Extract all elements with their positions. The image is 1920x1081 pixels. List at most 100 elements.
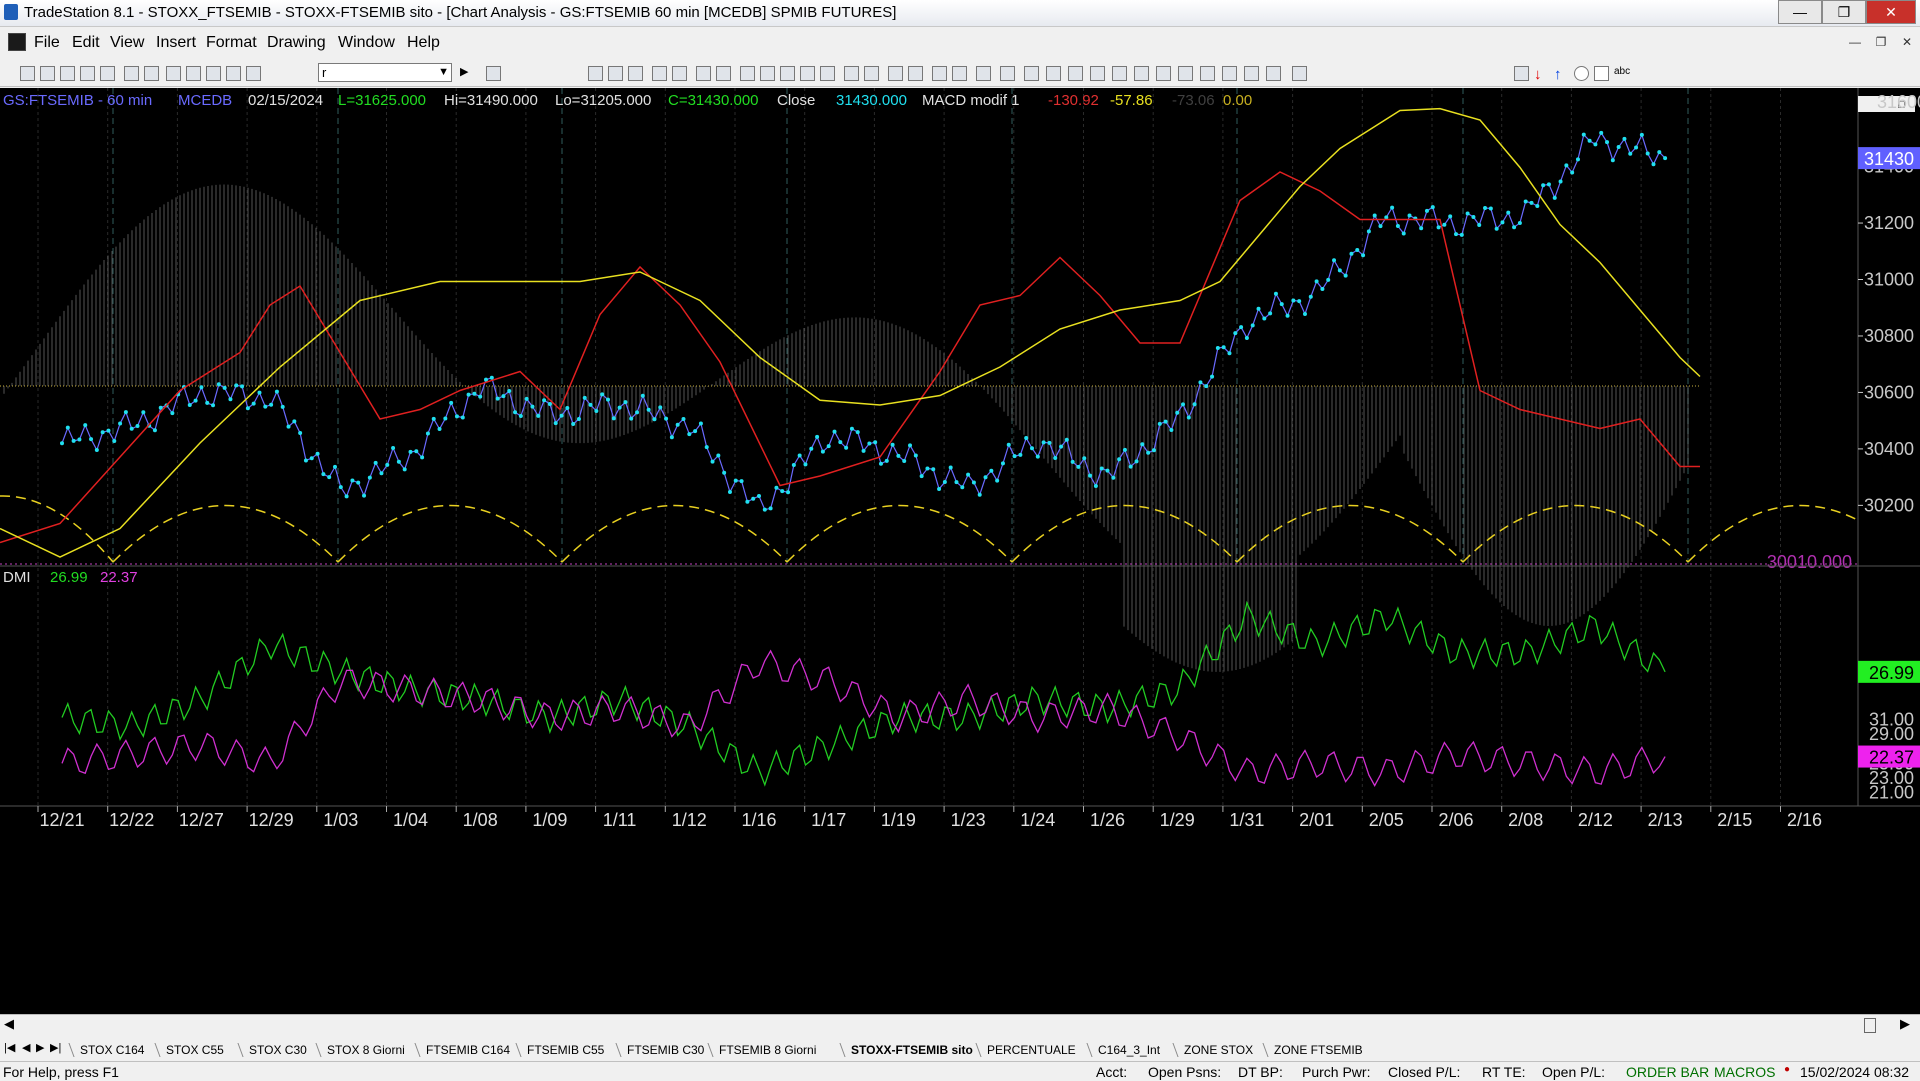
palette-icon[interactable] [246,66,261,81]
minimize-icon[interactable]: — [1778,0,1822,24]
paste-icon[interactable] [100,66,115,81]
workspace-tab[interactable]: STOX C30 [249,1041,307,1059]
workspace-tab[interactable]: FTSEMIB C164 [426,1041,510,1059]
new-window-icon[interactable] [40,66,55,81]
arc-icon[interactable] [1222,66,1237,81]
menu-window[interactable]: Window [338,34,395,52]
andrews-pitchfork-icon[interactable] [1178,66,1193,81]
find-icon[interactable] [486,66,501,81]
radar-icon[interactable] [740,66,755,81]
pointer-icon[interactable] [932,66,947,81]
insert-icon[interactable] [186,66,201,81]
tab-last-icon[interactable]: ▶| [50,1041,61,1054]
workspace-tab[interactable]: PERCENTUALE [987,1041,1076,1059]
workspace-tab[interactable]: C164_3_Int [1098,1041,1160,1059]
matrix-icon[interactable] [780,66,795,81]
print-icon[interactable] [144,66,159,81]
ellipse-icon[interactable] [1574,66,1589,81]
workspace-tab[interactable]: STOX C164 [80,1041,144,1059]
zoom-out-icon[interactable] [908,66,923,81]
workspace-tab[interactable]: ZONE STOX [1184,1041,1253,1059]
menu-edit[interactable]: Edit [72,34,100,52]
close-icon[interactable]: ✕ [1866,0,1916,24]
workspace-tab[interactable]: FTSEMIB C55 [527,1041,604,1059]
gann-fan-icon[interactable] [1134,66,1149,81]
rectangle-icon[interactable] [1594,66,1609,81]
workspace-tab[interactable]: FTSEMIB 8 Giorni [719,1041,816,1059]
zoom-in-icon[interactable] [888,66,903,81]
scroll-right-icon[interactable]: ▶ [1900,1016,1910,1032]
mdi-restore-icon[interactable]: ❐ [1870,32,1892,52]
mdi-close-icon[interactable]: ✕ [1896,32,1918,52]
symbol-input[interactable]: r ▼ [318,63,452,82]
vertical-line-icon[interactable] [1090,66,1105,81]
horizontal-line-icon[interactable] [1068,66,1083,81]
status-datetime: 15/02/2024 08:32 [1800,1064,1909,1080]
text-abc-icon[interactable]: abc [1614,66,1630,81]
trendline-icon[interactable] [1024,66,1039,81]
tab-prev-icon[interactable]: ◀ [22,1041,30,1054]
arrow-up-icon[interactable]: ↑ [1554,66,1569,83]
chart-canvas[interactable]: GS:FTSEMIB - 60 min MCEDB 02/15/2024 L=3162… [0,88,1920,1023]
channel-icon[interactable] [1112,66,1127,81]
lock-icon[interactable] [206,66,221,81]
tab-first-icon[interactable]: |◀ [4,1041,15,1054]
menu-view[interactable]: View [110,34,144,52]
window-cascade-icon[interactable] [716,66,731,81]
bar-chart-icon[interactable] [588,66,603,81]
mdi-minimize-icon[interactable]: — [1844,32,1866,52]
order-bar-toggle[interactable]: ORDER BAR [1626,1064,1709,1080]
tool-icon[interactable] [976,66,991,81]
line-chart-icon[interactable] [652,66,667,81]
menu-format[interactable]: Format [206,34,257,52]
chart-window-icon[interactable] [8,33,26,51]
tab-next-icon[interactable]: ▶ [36,1041,44,1054]
strategy-icon[interactable] [226,66,241,81]
price-dot [1546,182,1551,187]
arc-tool-icon[interactable] [1514,66,1529,81]
text-tool-icon[interactable] [952,66,967,81]
workspace-tab[interactable]: STOXX-FTSEMIB sito [851,1041,973,1059]
chevron-down-icon[interactable]: ▼ [438,64,449,81]
workspace-tab[interactable]: STOX C55 [166,1041,224,1059]
time-sales-icon[interactable] [820,66,835,81]
tab-divider [414,1043,427,1057]
fib-arc-icon[interactable] [1244,66,1259,81]
open-icon[interactable] [60,66,75,81]
speed-lines-icon[interactable] [1200,66,1215,81]
cycle-arc [1236,504,1464,563]
scanner-icon[interactable] [760,66,775,81]
alert-icon[interactable] [1000,66,1015,81]
price-dot [1215,345,1220,350]
chart-window[interactable]: GS:FTSEMIB - 60 min MCEDB 02/15/2024 L=3162… [0,88,1920,1023]
arrow-down-icon[interactable]: ↓ [1534,66,1549,83]
scroll-left-icon[interactable]: ◀ [4,1016,14,1032]
menu-file[interactable]: File [34,34,60,52]
horizontal-scrollbar[interactable]: ◀ ▶ [0,1014,1920,1035]
workspace-tab[interactable]: STOX 8 Giorni [327,1041,405,1059]
workspace-tab[interactable]: FTSEMIB C30 [627,1041,704,1059]
cycle-lines-icon[interactable] [1156,66,1171,81]
compress-icon[interactable] [844,66,859,81]
scroll-thumb[interactable] [1864,1018,1876,1033]
fib-retracement-icon[interactable] [1046,66,1061,81]
copy-icon[interactable] [80,66,95,81]
point-figure-icon[interactable] [672,66,687,81]
save-icon[interactable] [124,66,139,81]
menu-drawing[interactable]: Drawing [267,34,326,52]
window-tile-icon[interactable] [696,66,711,81]
pen-icon[interactable] [1266,66,1281,81]
maximize-icon[interactable]: ❐ [1822,0,1866,24]
table-icon[interactable] [628,66,643,81]
menu-help[interactable]: Help [407,34,440,52]
regression-icon[interactable] [1292,66,1307,81]
expand-icon[interactable] [864,66,879,81]
trade-manager-icon[interactable] [800,66,815,81]
new-icon[interactable] [20,66,35,81]
menu-insert[interactable]: Insert [156,34,196,52]
format-icon[interactable] [166,66,181,81]
arrow-right-icon[interactable]: ▶ [460,65,475,80]
macros-toggle[interactable]: MACROS [1714,1064,1775,1080]
candle-icon[interactable] [608,66,623,81]
workspace-tab[interactable]: ZONE FTSEMIB [1274,1041,1363,1059]
